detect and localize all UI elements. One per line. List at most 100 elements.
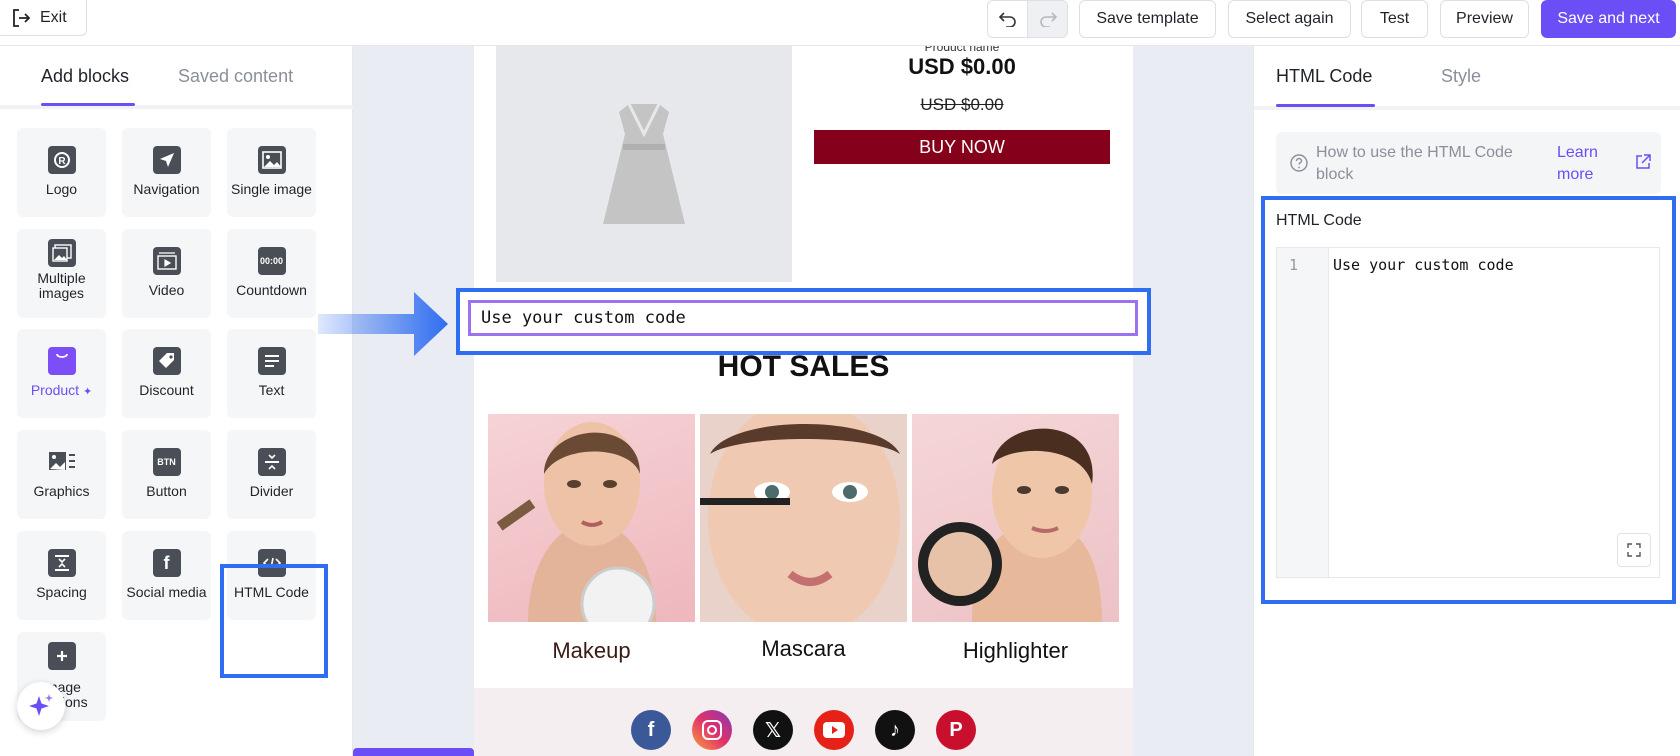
exit-label: Exit	[40, 8, 67, 26]
custom-code-block[interactable]: Use your custom code	[468, 300, 1138, 336]
tab-style[interactable]: Style	[1441, 66, 1481, 87]
undo-icon	[998, 12, 1016, 27]
product-label: Product	[30, 382, 80, 398]
product-photo-mascara	[700, 414, 907, 622]
exit-button[interactable]: Exit	[0, 0, 87, 36]
product-name: Product name	[924, 46, 1000, 54]
block-product[interactable]: Product ✦	[17, 329, 106, 418]
block-label: Single image	[231, 181, 312, 197]
test-button[interactable]: Test	[1361, 0, 1428, 38]
blocks-panel: Add blocks Saved content R Logo Navigati…	[0, 46, 353, 756]
tab-add-blocks[interactable]: Add blocks	[41, 66, 129, 87]
line-number: 1	[1289, 256, 1299, 274]
html-code-panel-title: HTML Code	[1276, 212, 1362, 229]
html-code-block-highlight	[220, 564, 328, 678]
button-icon: BTN	[152, 448, 181, 476]
navigation-icon	[152, 146, 181, 174]
block-label: Navigation	[133, 181, 200, 197]
product-caption-highlighter: Highlighter	[962, 638, 1069, 663]
block-logo[interactable]: R Logo	[17, 128, 106, 217]
settings-tabs: HTML Code Style	[1254, 46, 1680, 110]
youtube-icon[interactable]	[814, 710, 854, 750]
spacing-icon	[47, 549, 76, 577]
email-canvas: Product name USD $0.00 USD $0.00 BUY NOW…	[353, 46, 1253, 756]
image-captions-icon	[47, 642, 76, 670]
block-label: Text	[258, 382, 285, 398]
product-image[interactable]	[496, 46, 792, 282]
save-template-button[interactable]: Save template	[1079, 0, 1216, 38]
block-social-media[interactable]: f Social media	[122, 531, 211, 620]
code-line[interactable]: Use your custom code	[1333, 256, 1514, 274]
help-banner: How to use the HTML Code block Learn mor…	[1276, 132, 1661, 194]
line-number-gutter: 1	[1277, 248, 1329, 577]
block-label: Social media	[126, 584, 207, 600]
block-multiple-images[interactable]: Multiple images	[17, 229, 106, 318]
block-label: Logo	[45, 181, 78, 197]
block-button[interactable]: BTN Button	[122, 430, 211, 519]
instagram-icon[interactable]	[692, 710, 732, 750]
help-text: How to use the HTML Code block	[1316, 144, 1513, 183]
dress-icon	[603, 103, 685, 224]
save-and-next-button[interactable]: Save and next	[1541, 0, 1676, 38]
block-label: Button	[146, 483, 187, 499]
expand-editor-button[interactable]	[1617, 533, 1651, 567]
ai-assistant-button[interactable]	[17, 682, 65, 730]
block-label: Divider	[249, 483, 294, 499]
undo-redo-group	[987, 0, 1068, 38]
countdown-icon: 00:00	[257, 247, 286, 275]
pinterest-icon[interactable]: P	[936, 710, 976, 750]
block-label: Discount	[139, 382, 194, 398]
arrow-indicator	[318, 292, 448, 356]
external-link-icon[interactable]	[1635, 154, 1651, 170]
product-price: USD $0.00	[908, 54, 1016, 79]
block-label: Product ✦	[31, 383, 92, 400]
social-media-icon: f	[152, 549, 181, 577]
product-caption-makeup: Makeup	[552, 638, 631, 663]
exit-icon	[13, 8, 30, 27]
block-graphics[interactable]: Graphics	[17, 430, 106, 519]
tab-html-code[interactable]: HTML Code	[1276, 66, 1372, 87]
active-tab-indicator	[41, 103, 135, 106]
block-label: Graphics	[33, 483, 90, 499]
tab-saved-content[interactable]: Saved content	[178, 66, 293, 87]
logo-icon: R	[47, 146, 76, 174]
preview-button[interactable]: Preview	[1440, 0, 1529, 38]
svg-text:R: R	[58, 156, 66, 167]
block-label: Countdown	[236, 282, 307, 298]
block-discount[interactable]: Discount	[122, 329, 211, 418]
block-label: Multiple images	[37, 270, 86, 301]
top-bar: Exit Save template Select again Test Pre…	[0, 0, 1680, 46]
redo-button[interactable]	[1027, 1, 1067, 37]
facebook-icon[interactable]: f	[631, 710, 671, 750]
settings-panel: HTML Code Style How to use the HTML Code…	[1253, 46, 1680, 756]
learn-more-link[interactable]: Learn more	[1557, 142, 1617, 186]
video-icon	[152, 247, 181, 275]
block-divider[interactable]: Divider	[227, 430, 316, 519]
block-single-image[interactable]: Single image	[227, 128, 316, 217]
block-countdown[interactable]: 00:00 Countdown	[227, 229, 316, 318]
x-icon[interactable]: 𝕏	[753, 710, 793, 750]
undo-button[interactable]	[988, 1, 1027, 37]
expand-icon	[1627, 543, 1641, 557]
buy-now-button[interactable]: BUY NOW	[814, 130, 1110, 164]
divider-icon	[257, 448, 286, 476]
sparkle-icon	[29, 694, 53, 716]
tiktok-icon[interactable]: ♪	[875, 710, 915, 750]
custom-code-block-highlight: Use your custom code	[456, 288, 1151, 355]
blocks-tabs: Add blocks Saved content	[0, 46, 353, 109]
block-text[interactable]: Text	[227, 329, 316, 418]
block-navigation[interactable]: Navigation	[122, 128, 211, 217]
block-spacing[interactable]: Spacing	[17, 531, 106, 620]
text-icon	[257, 347, 286, 375]
product-photo-makeup	[488, 414, 695, 622]
section-title: HOT SALES	[717, 350, 890, 383]
image-icon	[257, 146, 286, 174]
select-again-button[interactable]: Select again	[1228, 0, 1351, 38]
code-editor[interactable]: 1 Use your custom code	[1276, 247, 1660, 578]
sparkle-icon: ✦	[82, 386, 93, 398]
block-video[interactable]: Video	[122, 229, 211, 318]
images-icon	[47, 239, 76, 267]
canvas-scroll-indicator	[353, 748, 474, 756]
help-icon	[1290, 154, 1308, 172]
product-old-price: USD $0.00	[920, 95, 1004, 114]
